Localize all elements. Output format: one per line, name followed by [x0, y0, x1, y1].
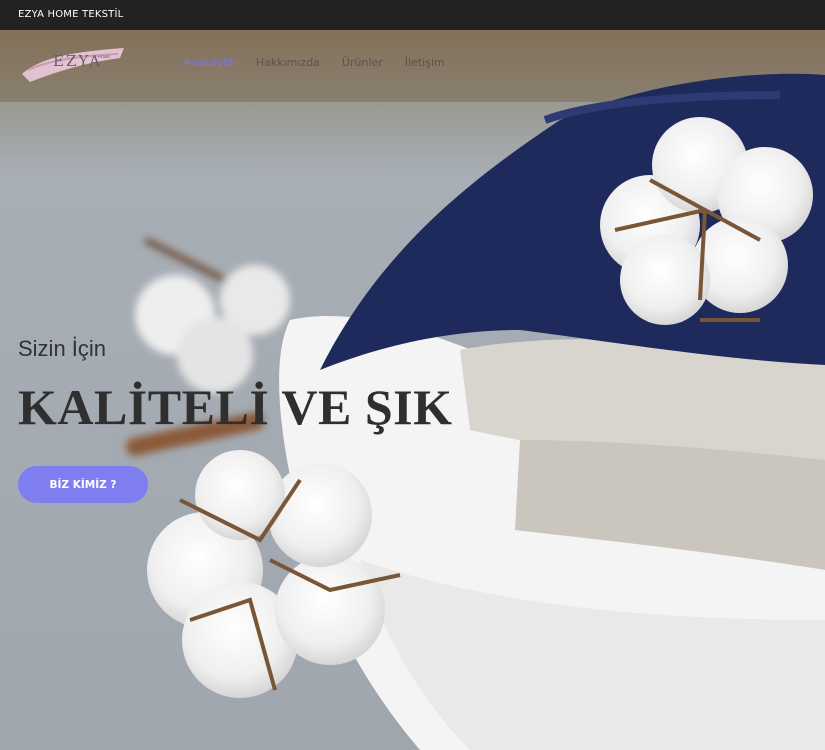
nav-item-hakkimizda[interactable]: Hakkımızda	[256, 56, 320, 69]
nav-item-anasayfa[interactable]: Anasayfa	[183, 56, 234, 69]
logo-small-text: HOME	[98, 54, 110, 59]
hero-subtitle: Sizin İçin	[18, 336, 107, 361]
about-us-button[interactable]: BİZ KİMİZ ?	[18, 466, 148, 503]
nav-item-urunler[interactable]: Ürünler	[342, 56, 383, 69]
nav-item-iletisim[interactable]: İletişim	[405, 56, 445, 69]
main-navigation: Anasayfa Hakkımızda Ürünler İletişim	[183, 56, 445, 69]
logo[interactable]: EZYA HOME	[20, 44, 128, 84]
company-name: EZYA HOME TEKSTİL	[18, 9, 124, 20]
hero-title: KALİTELİ VE ŞIK	[18, 379, 453, 435]
logo-text: EZYA	[53, 52, 102, 70]
top-bar: EZYA HOME TEKSTİL	[0, 0, 825, 30]
